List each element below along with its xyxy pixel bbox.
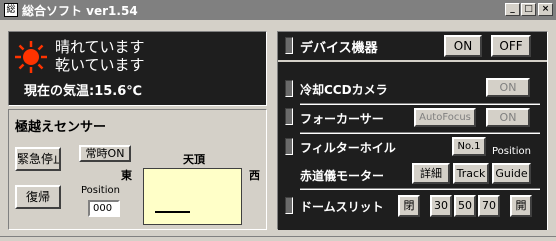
emergency-stop-button[interactable]: 緊急停止 [15,147,61,171]
device-header: デバイス機器 ON OFF [278,32,547,60]
dome-status-led [285,197,293,214]
devices-off-button[interactable]: OFF [491,35,531,57]
device-status-led [285,37,293,54]
window-title: 総合ソフト ver1.54 [22,4,138,18]
separator [300,132,540,134]
position-label: Position [81,185,120,196]
autofocus-button[interactable]: AutoFocus [414,108,476,127]
equatorial-detail-button[interactable]: 詳細 [412,163,450,184]
restore-button[interactable]: 復帰 [15,185,61,209]
sensor-title: 極越えセンサー [15,120,107,135]
guide-button[interactable]: Guide [492,163,531,184]
devices-on-button[interactable]: ON [444,35,482,57]
east-label: 東 [121,169,132,182]
separator [300,103,540,105]
sky-position-marker [155,211,190,213]
zenith-label: 天頂 [183,153,205,166]
dome-50-button[interactable]: 50 [454,195,476,217]
maximize-button[interactable]: □ [521,3,536,16]
weather-panel: 晴れています 乾いています 現在の気温:15.6℃ [8,31,267,106]
dome-open-button[interactable]: 開 [510,195,532,217]
sun-icon [15,41,47,73]
sky-position-box [143,168,242,225]
device-list: 冷却CCDカメラ ON フォーカーサー AutoFocus ON フィルターホイ… [278,62,547,230]
device-title: デバイス機器 [300,41,378,56]
close-button[interactable]: × [538,3,553,16]
filter-position-label: Position [492,146,531,157]
temperature-readout: 現在の気温:15.6℃ [24,84,143,99]
ccd-label: 冷却CCDカメラ [300,83,388,97]
focuser-label: フォーカーサー [300,112,384,126]
focuser-status-led [285,108,293,125]
window-bottom-border [0,236,556,241]
sensor-panel: 極越えセンサー 緊急停止 常時ON 復帰 Position 000 東 天頂 西 [8,109,267,230]
equatorial-label: 赤道儀モーター [300,169,385,183]
always-on-button[interactable]: 常時ON [79,145,131,162]
weather-humidity-status: 乾いています [55,56,145,74]
dome-close-button[interactable]: 閉 [398,195,420,217]
filter-number-button[interactable]: No.1 [452,137,486,156]
focuser-on-button[interactable]: ON [486,108,530,127]
app-icon: 総 [4,3,18,17]
minimize-button[interactable]: _ [505,3,520,16]
west-label: 西 [249,169,260,182]
dome-70-button[interactable]: 70 [478,195,500,217]
title-bar: 総 総合ソフト ver1.54 _ □ × [0,0,556,20]
device-panel: デバイス機器 ON OFF 冷却CCDカメラ ON フォーカーサー AutoFo… [277,31,548,230]
filter-status-led [285,138,293,155]
position-input[interactable]: 000 [88,200,120,217]
dome-label: ドームスリット [300,200,384,214]
separator [300,188,540,190]
ccd-on-button[interactable]: ON [486,78,530,97]
track-button[interactable]: Track [453,163,489,184]
ccd-status-led [285,80,293,97]
dome-30-button[interactable]: 30 [430,195,452,217]
filter-label: フィルターホイル [300,141,396,155]
